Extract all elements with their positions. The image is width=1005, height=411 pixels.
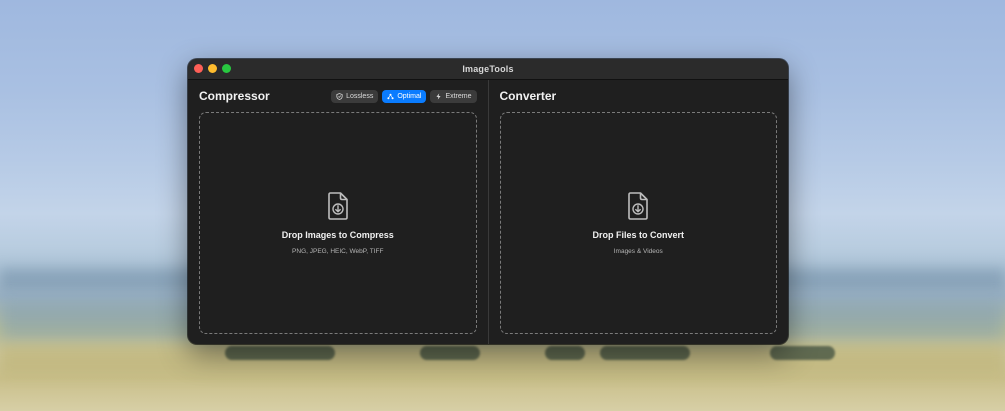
close-button[interactable] xyxy=(194,64,203,73)
compressor-drop-title: Drop Images to Compress xyxy=(281,229,394,240)
window-controls xyxy=(194,64,231,73)
wallpaper-trees xyxy=(420,346,480,360)
wallpaper-band xyxy=(0,345,1005,375)
app-window: ImageTools Compressor Lossless Optimal E… xyxy=(188,59,788,344)
mode-lossless-label: Lossless xyxy=(346,92,374,100)
file-download-icon xyxy=(628,191,649,220)
converter-drop-zone[interactable]: Drop Files to Convert Images & Videos xyxy=(499,112,777,334)
compressor-drop-zone[interactable]: Drop Images to Compress PNG, JPEG, HEIC,… xyxy=(199,112,477,334)
file-download-icon xyxy=(327,191,348,220)
minimize-button[interactable] xyxy=(208,64,217,73)
wallpaper-trees xyxy=(225,346,335,360)
converter-drop-subtitle: Images & Videos xyxy=(613,247,663,255)
window-title: ImageTools xyxy=(462,64,514,74)
converter-title: Converter xyxy=(499,89,557,103)
shield-icon xyxy=(336,92,343,100)
converter-pane: Converter Drop Files to Convert Images &… xyxy=(489,80,789,344)
zoom-button[interactable] xyxy=(222,64,231,73)
mode-optimal-label: Optimal xyxy=(397,92,422,100)
mode-extreme-button[interactable]: Extreme xyxy=(430,89,477,103)
bolt-icon xyxy=(436,92,442,100)
mode-optimal-button[interactable]: Optimal xyxy=(382,89,427,103)
wallpaper-trees xyxy=(600,346,690,360)
converter-drop-title: Drop Files to Convert xyxy=(592,229,684,240)
mode-lossless-button[interactable]: Lossless xyxy=(331,89,379,103)
mode-extreme-label: Extreme xyxy=(445,92,472,100)
nodes-icon xyxy=(387,93,394,99)
wallpaper-trees xyxy=(545,346,585,360)
compression-mode-picker: Lossless Optimal Extreme xyxy=(331,89,477,103)
title-bar[interactable]: ImageTools xyxy=(188,59,788,80)
compressor-pane: Compressor Lossless Optimal Extreme Drop… xyxy=(188,80,488,344)
compressor-drop-subtitle: PNG, JPEG, HEIC, WebP, TIFF xyxy=(292,247,384,255)
compressor-title: Compressor xyxy=(199,89,270,103)
wallpaper-trees xyxy=(770,346,835,360)
